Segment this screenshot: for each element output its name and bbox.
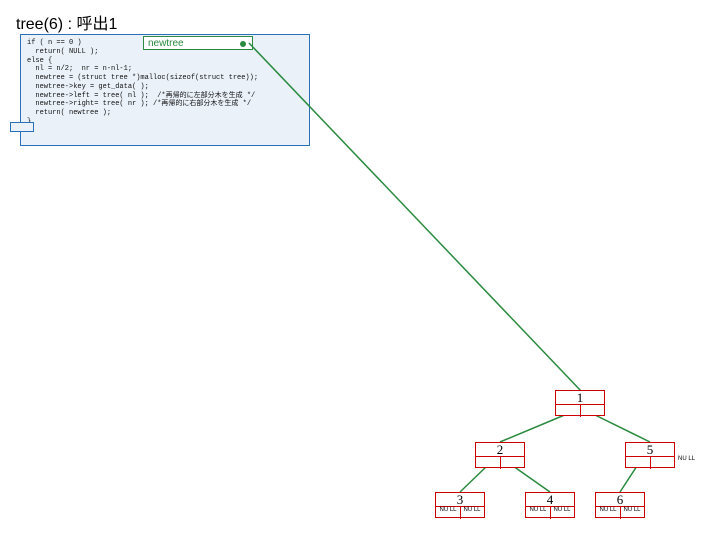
left-null-cell: NU LL [526,506,551,519]
node-key: 6 [596,493,644,507]
right-null-cell: NU LL [460,506,484,519]
left-null-cell: NU LL [436,506,461,519]
node-key: 3 [436,493,484,507]
indent-marker [10,122,34,132]
source-code-box: if ( n == 0 ) return( NULL ); else { nl … [20,34,310,146]
tree-node-3: 3 NU LL NU LL [435,492,485,518]
tree-node-6: 6 NU LL NU LL [595,492,645,518]
left-null-cell: NU LL [596,506,621,519]
left-ptr-cell [626,456,651,469]
tree-node-1: 1 [555,390,605,416]
tree-node-2: 2 [475,442,525,468]
node-key: 4 [526,493,574,507]
node-key: 5 [626,443,674,457]
left-ptr-cell [476,456,501,469]
right-null-cell [650,456,674,469]
null-label: NU LL [678,456,695,462]
page-title: tree(6) : 呼出1 [16,10,117,34]
newtree-label: newtree [148,38,184,49]
left-ptr-cell [556,404,581,417]
right-ptr-cell [500,456,524,469]
right-null-cell: NU LL [550,506,574,519]
right-ptr-cell [580,404,604,417]
newtree-pointer-box: newtree [143,36,253,50]
tree-node-4: 4 NU LL NU LL [525,492,575,518]
node-key: 1 [556,391,604,405]
right-null-cell: NU LL [620,506,644,519]
pointer-dot-icon [240,41,246,47]
tree-node-5: 5 [625,442,675,468]
node-key: 2 [476,443,524,457]
